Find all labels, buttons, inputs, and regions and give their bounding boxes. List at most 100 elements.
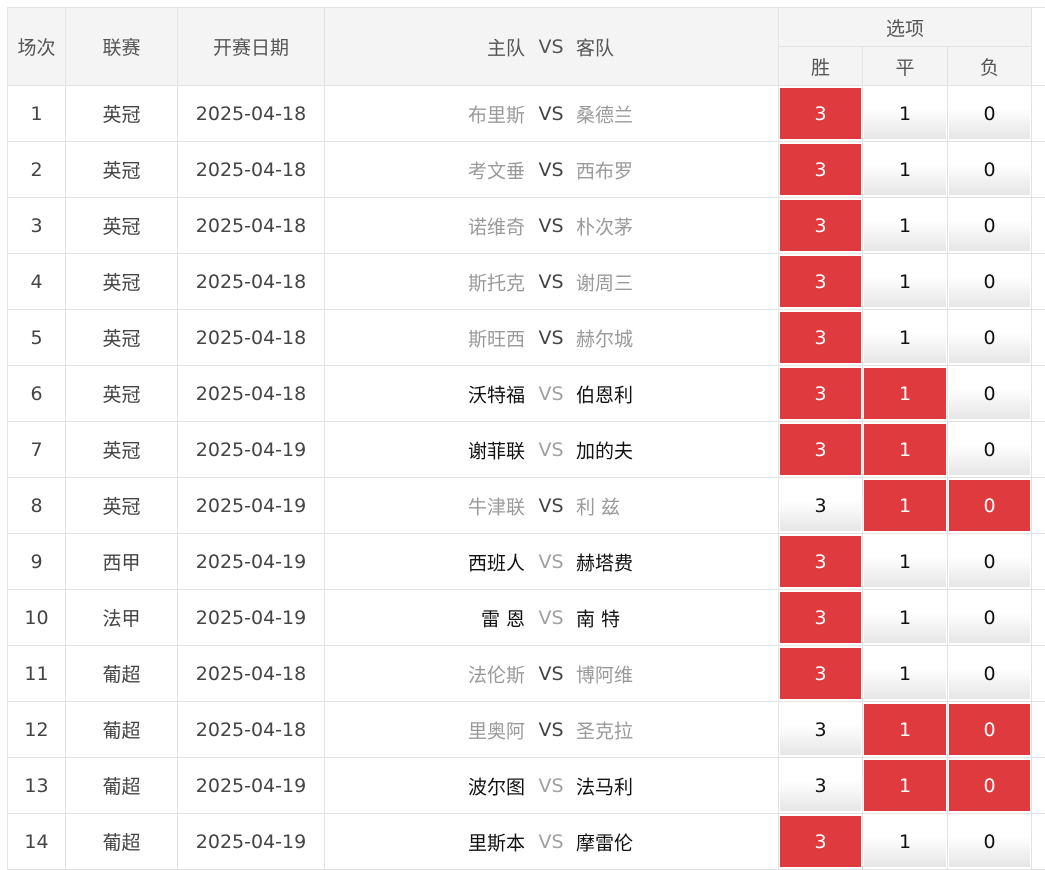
option-lose-button[interactable]: 0	[949, 648, 1030, 699]
home-team: 沃特福	[468, 380, 525, 407]
header-away: 客队	[576, 33, 614, 60]
option-draw-button[interactable]: 1	[864, 200, 946, 251]
option-lose-button[interactable]: 0	[949, 424, 1030, 475]
away-team: 加的夫	[576, 436, 633, 463]
row-trailing-gap	[1032, 534, 1045, 590]
option-win-button[interactable]: 3	[780, 144, 861, 195]
home-team: 布里斯	[468, 100, 525, 127]
option-lose-button[interactable]: 0	[949, 200, 1030, 251]
option-cell: 0	[948, 758, 1032, 814]
row-league: 葡超	[66, 646, 178, 702]
option-win-button[interactable]: 3	[780, 704, 861, 755]
vs-label: VS	[538, 831, 564, 853]
option-draw-button[interactable]: 1	[864, 256, 946, 307]
option-cell: 0	[948, 254, 1032, 310]
option-win-button[interactable]: 3	[780, 200, 861, 251]
option-draw-button[interactable]: 1	[864, 704, 946, 755]
option-win-button[interactable]: 3	[780, 536, 861, 587]
vs-label: VS	[538, 271, 564, 293]
home-team: 里奥阿	[468, 716, 525, 743]
option-cell: 0	[948, 590, 1032, 646]
option-lose-button[interactable]: 0	[949, 144, 1030, 195]
option-lose-button[interactable]: 0	[949, 312, 1030, 363]
option-lose-button[interactable]: 0	[949, 592, 1030, 643]
option-cell: 0	[948, 86, 1032, 142]
vs-label: VS	[538, 775, 564, 797]
table-row: 6英冠2025-04-18沃特福VS伯恩利310	[8, 366, 1045, 422]
row-match: 诺维奇VS朴次茅	[325, 198, 779, 254]
vs-label: VS	[538, 439, 564, 461]
home-team: 诺维奇	[468, 212, 525, 239]
option-cell: 1	[863, 646, 948, 702]
row-index: 5	[8, 310, 66, 366]
option-draw-button[interactable]: 1	[864, 424, 946, 475]
vs-label: VS	[538, 663, 564, 685]
option-draw-button[interactable]: 1	[864, 88, 946, 139]
option-cell: 0	[948, 310, 1032, 366]
table-row: 3英冠2025-04-18诺维奇VS朴次茅310	[8, 198, 1045, 254]
away-team: 伯恩利	[576, 380, 633, 407]
option-win-button[interactable]: 3	[780, 480, 861, 531]
option-cell: 3	[779, 198, 863, 254]
header-index: 场次	[8, 8, 66, 86]
option-win-button[interactable]: 3	[780, 816, 861, 867]
option-win-button[interactable]: 3	[780, 592, 861, 643]
row-league: 西甲	[66, 534, 178, 590]
table-row: 9西甲2025-04-19西班人VS赫塔费310	[8, 534, 1045, 590]
option-win-button[interactable]: 3	[780, 648, 861, 699]
row-league: 葡超	[66, 702, 178, 758]
header-date: 开赛日期	[178, 8, 325, 86]
option-win-button[interactable]: 3	[780, 256, 861, 307]
row-date: 2025-04-18	[178, 142, 325, 198]
option-cell: 3	[779, 758, 863, 814]
option-cell: 1	[863, 366, 948, 422]
option-lose-button[interactable]: 0	[949, 536, 1030, 587]
option-draw-button[interactable]: 1	[864, 480, 946, 531]
option-draw-button[interactable]: 1	[864, 144, 946, 195]
table-row: 4英冠2025-04-18斯托克VS谢周三310	[8, 254, 1045, 310]
away-team: 赫尔城	[576, 324, 633, 351]
row-date: 2025-04-19	[178, 478, 325, 534]
table-row: 1英冠2025-04-18布里斯VS桑德兰310	[8, 86, 1045, 142]
row-trailing-gap	[1032, 86, 1045, 142]
row-index: 12	[8, 702, 66, 758]
row-league: 法甲	[66, 590, 178, 646]
option-lose-button[interactable]: 0	[949, 480, 1030, 531]
row-match: 西班人VS赫塔费	[325, 534, 779, 590]
option-win-button[interactable]: 3	[780, 368, 861, 419]
option-lose-button[interactable]: 0	[949, 760, 1030, 811]
option-cell: 1	[863, 310, 948, 366]
option-draw-button[interactable]: 1	[864, 536, 946, 587]
row-league: 英冠	[66, 142, 178, 198]
option-lose-button[interactable]: 0	[949, 368, 1030, 419]
option-cell: 3	[779, 590, 863, 646]
option-lose-button[interactable]: 0	[949, 704, 1030, 755]
option-lose-button[interactable]: 0	[949, 256, 1030, 307]
option-cell: 0	[948, 646, 1032, 702]
option-win-button[interactable]: 3	[780, 312, 861, 363]
away-team: 利 兹	[576, 492, 620, 519]
option-win-button[interactable]: 3	[780, 760, 861, 811]
option-lose-button[interactable]: 0	[949, 88, 1030, 139]
option-cell: 3	[779, 254, 863, 310]
option-lose-button[interactable]: 0	[949, 816, 1030, 867]
option-draw-button[interactable]: 1	[864, 760, 946, 811]
option-cell: 3	[779, 366, 863, 422]
row-trailing-gap	[1032, 702, 1045, 758]
table-row: 13葡超2025-04-19波尔图VS法马利310	[8, 758, 1045, 814]
option-win-button[interactable]: 3	[780, 88, 861, 139]
header-option-draw: 平	[863, 47, 948, 86]
option-draw-button[interactable]: 1	[864, 592, 946, 643]
option-cell: 1	[863, 758, 948, 814]
option-draw-button[interactable]: 1	[864, 368, 946, 419]
row-index: 3	[8, 198, 66, 254]
option-draw-button[interactable]: 1	[864, 312, 946, 363]
away-team: 南 特	[576, 604, 620, 631]
row-date: 2025-04-18	[178, 198, 325, 254]
row-trailing-gap	[1032, 478, 1045, 534]
away-team: 摩雷伦	[576, 828, 633, 855]
option-draw-button[interactable]: 1	[864, 648, 946, 699]
option-draw-button[interactable]: 1	[864, 816, 946, 867]
away-team: 朴次茅	[576, 212, 633, 239]
option-win-button[interactable]: 3	[780, 424, 861, 475]
